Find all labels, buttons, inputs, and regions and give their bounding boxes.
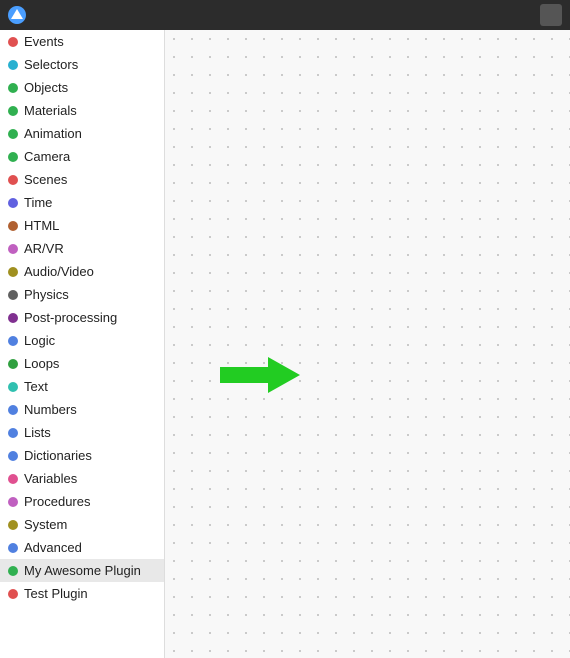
sidebar-item-label: Loops (24, 356, 59, 371)
sidebar-item-label: Dictionaries (24, 448, 92, 463)
sidebar-item-procedures[interactable]: Procedures (0, 490, 164, 513)
sidebar-item-label: Camera (24, 149, 70, 164)
sidebar-item-time[interactable]: Time (0, 191, 164, 214)
add-tab-button[interactable] (540, 4, 562, 26)
category-dot (8, 60, 18, 70)
sidebar-item-system[interactable]: System (0, 513, 164, 536)
sidebar-item-advanced[interactable]: Advanced (0, 536, 164, 559)
sidebar-item-label: Procedures (24, 494, 90, 509)
sidebar-item-label: Variables (24, 471, 77, 486)
sidebar-item-label: Time (24, 195, 52, 210)
sidebar-item-label: Selectors (24, 57, 78, 72)
category-dot (8, 520, 18, 530)
sidebar-item-events[interactable]: Events (0, 30, 164, 53)
sidebar-item-label: Logic (24, 333, 55, 348)
category-dot (8, 106, 18, 116)
sidebar-item-dictionaries[interactable]: Dictionaries (0, 444, 164, 467)
sidebar-item-label: Events (24, 34, 64, 49)
sidebar-item-label: Numbers (24, 402, 77, 417)
app-logo-icon (8, 6, 26, 24)
sidebar: Events Selectors Objects Materials Animation… (0, 30, 165, 658)
sidebar-item-physics[interactable]: Physics (0, 283, 164, 306)
plugin-dot (8, 566, 18, 576)
category-dot (8, 290, 18, 300)
category-dot (8, 37, 18, 47)
sidebar-plugin-my-awesome-plugin[interactable]: My Awesome Plugin (0, 559, 164, 582)
sidebar-item-objects[interactable]: Objects (0, 76, 164, 99)
sidebar-item-logic[interactable]: Logic (0, 329, 164, 352)
sidebar-item-text[interactable]: Text (0, 375, 164, 398)
category-dot (8, 152, 18, 162)
sidebar-item-camera[interactable]: Camera (0, 145, 164, 168)
sidebar-plugin-test-plugin[interactable]: Test Plugin (0, 582, 164, 605)
category-dot (8, 83, 18, 93)
green-arrow-icon (220, 355, 300, 395)
sidebar-item-ar-vr[interactable]: AR/VR (0, 237, 164, 260)
sidebar-item-numbers[interactable]: Numbers (0, 398, 164, 421)
sidebar-items-container: Events Selectors Objects Materials Animation… (0, 30, 164, 559)
sidebar-item-variables[interactable]: Variables (0, 467, 164, 490)
sidebar-item-label: System (24, 517, 67, 532)
sidebar-item-label: Lists (24, 425, 51, 440)
category-dot (8, 175, 18, 185)
category-dot (8, 497, 18, 507)
sidebar-item-label: Physics (24, 287, 69, 302)
sidebar-plugin-label: Test Plugin (24, 586, 88, 601)
sidebar-item-label: Objects (24, 80, 68, 95)
category-dot (8, 428, 18, 438)
sidebar-item-label: Materials (24, 103, 77, 118)
sidebar-plugin-label: My Awesome Plugin (24, 563, 141, 578)
sidebar-item-html[interactable]: HTML (0, 214, 164, 237)
sidebar-item-label: Scenes (24, 172, 67, 187)
category-dot (8, 129, 18, 139)
category-dot (8, 336, 18, 346)
category-dot (8, 244, 18, 254)
sidebar-item-label: AR/VR (24, 241, 64, 256)
sidebar-item-label: Text (24, 379, 48, 394)
sidebar-item-label: Audio/Video (24, 264, 94, 279)
sidebar-item-selectors[interactable]: Selectors (0, 53, 164, 76)
sidebar-item-post-processing[interactable]: Post-processing (0, 306, 164, 329)
category-dot (8, 359, 18, 369)
puzzle-canvas[interactable] (165, 30, 570, 658)
category-dot (8, 451, 18, 461)
sidebar-item-label: HTML (24, 218, 59, 233)
sidebar-item-label: Advanced (24, 540, 82, 555)
category-dot (8, 382, 18, 392)
category-dot (8, 405, 18, 415)
sidebar-item-loops[interactable]: Loops (0, 352, 164, 375)
plugin-dot (8, 589, 18, 599)
category-dot (8, 267, 18, 277)
sidebar-item-scenes[interactable]: Scenes (0, 168, 164, 191)
category-dot (8, 313, 18, 323)
sidebar-item-animation[interactable]: Animation (0, 122, 164, 145)
app-header (0, 0, 570, 30)
category-dot (8, 543, 18, 553)
sidebar-plugins-container: My Awesome Plugin Test Plugin (0, 559, 164, 605)
sidebar-item-label: Post-processing (24, 310, 117, 325)
sidebar-item-audio-video[interactable]: Audio/Video (0, 260, 164, 283)
category-dot (8, 221, 18, 231)
sidebar-item-lists[interactable]: Lists (0, 421, 164, 444)
category-dot (8, 474, 18, 484)
sidebar-item-materials[interactable]: Materials (0, 99, 164, 122)
category-dot (8, 198, 18, 208)
main-layout: Events Selectors Objects Materials Animation… (0, 30, 570, 658)
sidebar-item-label: Animation (24, 126, 82, 141)
